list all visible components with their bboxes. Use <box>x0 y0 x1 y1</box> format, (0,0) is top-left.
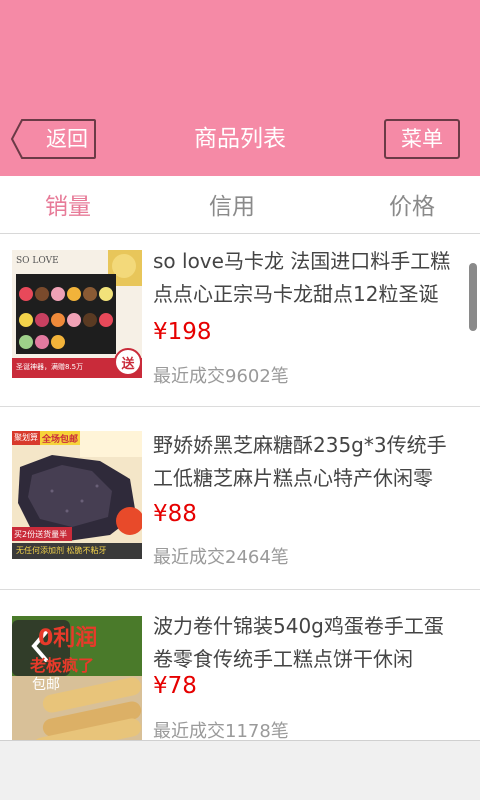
sort-tabs: 销量 信用 价格 <box>0 176 480 234</box>
thumb-deal-tag: 聚划算 <box>14 433 38 442</box>
app-root: 返回 商品列表 菜单 销量 信用 价格 SO LOVE 送 圣诞神器，满赠8.5… <box>0 0 480 800</box>
thumb-caption: 无任何添加剂 松脆不粘牙 <box>16 546 107 555</box>
product-thumbnail[interactable]: 0利润 老板疯了 包邮 <box>12 616 142 740</box>
thumb-promo: 买2份送货量半 <box>14 530 68 539</box>
thumb-banner: 全场包邮 <box>42 435 79 445</box>
header-bar: 返回 商品列表 菜单 <box>0 0 480 176</box>
product-item[interactable]: 聚划算 全场包邮 买2份送货量半 无任何添加剂 松脆不粘牙 野娇娇黑芝麻糖酥23… <box>0 407 480 590</box>
product-title[interactable]: 波力卷什锦装540g鸡蛋卷手工蛋卷零食传统手工糕点饼干休闲 <box>153 610 463 676</box>
thumb-promo-text: 0利润 <box>38 626 98 651</box>
product-sales-count: 最近成交9602笔 <box>153 366 289 387</box>
back-button[interactable]: 返回 <box>10 119 96 159</box>
product-sales-count: 最近成交2464笔 <box>153 547 289 568</box>
tab-price[interactable]: 价格 <box>372 176 452 234</box>
footer-bar <box>0 740 480 800</box>
product-title[interactable]: 野娇娇黑芝麻糖酥235g*3传统手工低糖芝麻片糕点心特产休闲零 <box>153 429 463 495</box>
tab-credit[interactable]: 信用 <box>192 176 272 234</box>
back-button-label: 返回 <box>46 127 88 151</box>
thumb-free-shipping: 包邮 <box>32 677 60 693</box>
page-title: 商品列表 <box>194 126 286 152</box>
product-sales-count: 最近成交1178笔 <box>153 721 289 740</box>
product-title[interactable]: so love马卡龙 法国进口料手工糕点点心正宗马卡龙甜点12粒圣诞 <box>153 245 463 311</box>
thumb-gift-badge: 送 <box>121 357 135 372</box>
product-list[interactable]: SO LOVE 送 圣诞神器，满赠8.5万 so love马卡龙 法国进口料手工… <box>0 235 480 740</box>
product-price: ¥88 <box>153 501 197 527</box>
thumb-brand-text: SO LOVE <box>16 256 59 266</box>
product-thumbnail[interactable]: 聚划算 全场包邮 买2份送货量半 无任何添加剂 松脆不粘牙 <box>12 431 142 559</box>
product-item[interactable]: 0利润 老板疯了 包邮 波力卷什锦装540g鸡蛋卷手工蛋卷零食传统手工糕点饼干休… <box>0 590 480 740</box>
list-scrollbar[interactable] <box>469 263 477 331</box>
product-item[interactable]: SO LOVE 送 圣诞神器，满赠8.5万 so love马卡龙 法国进口料手工… <box>0 235 480 407</box>
product-price: ¥198 <box>153 319 212 345</box>
product-price: ¥78 <box>153 673 197 699</box>
thumb-promo-text-2: 老板疯了 <box>30 656 95 675</box>
product-thumbnail[interactable]: SO LOVE 送 圣诞神器，满赠8.5万 <box>12 250 142 378</box>
thumb-caption: 圣诞神器，满赠8.5万 <box>16 363 84 371</box>
menu-button[interactable]: 菜单 <box>384 119 460 159</box>
tab-sales[interactable]: 销量 <box>28 176 108 234</box>
